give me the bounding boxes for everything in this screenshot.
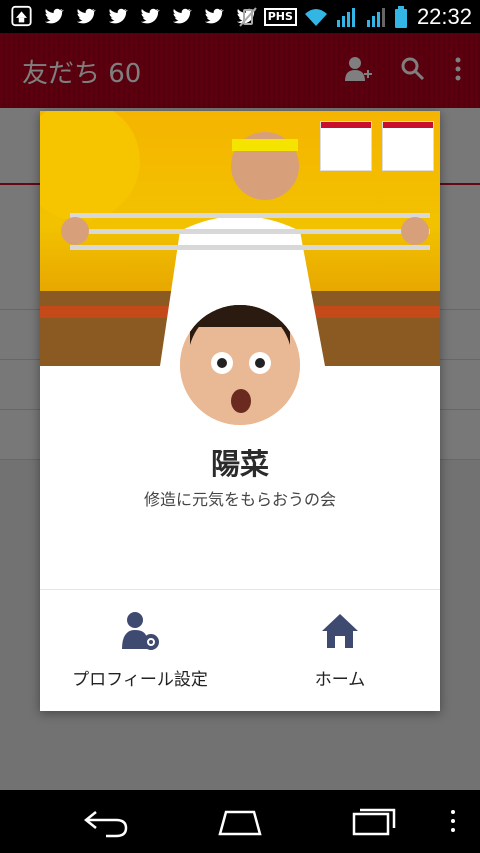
status-clock: 22:32 — [416, 4, 472, 29]
twitter-icon — [204, 8, 224, 24]
avatar-image — [180, 305, 300, 425]
divider — [40, 589, 440, 590]
navigation-bar — [0, 790, 480, 853]
back-icon[interactable] — [82, 804, 130, 838]
app-notification-icon — [11, 5, 32, 27]
thumbnail[interactable] — [382, 121, 434, 171]
twitter-icon — [76, 8, 96, 24]
notification-icons — [10, 5, 257, 27]
status-bar: PHS 22:32 — [0, 0, 480, 33]
signal-icon — [336, 8, 355, 27]
wifi-icon — [304, 9, 327, 26]
recent-apps-icon[interactable] — [350, 804, 398, 838]
phs-indicator: PHS — [263, 8, 297, 26]
twitter-icon — [44, 8, 64, 24]
signal-icon — [366, 8, 385, 27]
home-label: ホーム — [314, 670, 366, 690]
avatar[interactable] — [176, 301, 304, 429]
home-nav-icon[interactable] — [216, 804, 264, 838]
profile-status-message: 修造に元気をもらおうの会 — [143, 490, 336, 509]
twitter-icon — [108, 8, 128, 24]
profile-dialog: 陽菜 修造に元気をもらおうの会 プロフィール設定 ホーム — [40, 111, 440, 711]
profile-settings-icon — [122, 612, 159, 650]
vibrate-muted-icon — [238, 7, 257, 27]
profile-settings-button[interactable]: プロフィール設定 — [40, 611, 240, 690]
twitter-icon — [140, 8, 160, 24]
home-icon — [322, 614, 358, 648]
battery-icon — [394, 6, 407, 28]
system-icons: PHS 22:32 — [238, 4, 472, 30]
thumbnail[interactable] — [320, 121, 372, 171]
twitter-icon — [172, 8, 192, 24]
home-button[interactable]: ホーム — [240, 611, 440, 690]
cover-thumbnails — [320, 121, 434, 171]
menu-icon[interactable] — [448, 804, 458, 838]
profile-settings-label: プロフィール設定 — [72, 670, 208, 690]
profile-name: 陽菜 — [210, 447, 269, 481]
